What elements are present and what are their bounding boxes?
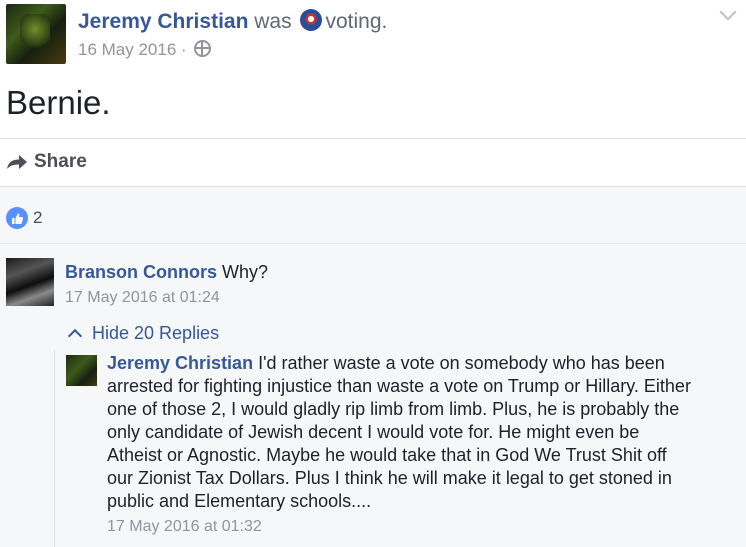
thumbs-up-icon <box>6 207 28 229</box>
reactions-summary[interactable]: 2 <box>6 207 42 229</box>
share-arrow-icon <box>7 155 27 169</box>
chevron-up-icon <box>67 328 83 343</box>
reply-author-avatar[interactable] <box>66 355 97 386</box>
post-author-name[interactable]: Jeremy Christian <box>78 10 248 33</box>
reply-timestamp[interactable]: 17 May 2016 at 01:32 <box>107 518 262 536</box>
comment: Branson Connors Why? <box>65 262 268 283</box>
commenter-avatar[interactable] <box>6 258 54 306</box>
hide-replies-button[interactable]: Hide 20 Replies <box>67 323 220 344</box>
reply-author-name[interactable]: Jeremy Christian <box>107 353 253 373</box>
reply-text: I'd rather waste a vote on somebody who … <box>107 353 691 511</box>
activity-label[interactable]: voting. <box>325 10 387 33</box>
share-button[interactable]: Share <box>6 151 87 173</box>
meta-separator: · <box>181 40 187 59</box>
comments-section: 2 Branson Connors Why? 17 May 2016 at 01… <box>0 186 746 547</box>
voting-badge-icon <box>300 9 323 31</box>
reply: Jeremy Christian I'd rather waste a vote… <box>54 350 746 547</box>
post-text: Bernie. <box>6 84 111 121</box>
comment-author-name[interactable]: Branson Connors <box>65 262 217 282</box>
post-date[interactable]: 16 May 2016 <box>78 40 176 59</box>
author-avatar[interactable] <box>6 4 66 64</box>
post-divider <box>0 138 746 139</box>
reply-body: Jeremy Christian I'd rather waste a vote… <box>107 352 697 513</box>
was-label: was <box>254 10 292 33</box>
post-meta: 16 May 2016 · <box>78 40 212 60</box>
globe-icon[interactable] <box>194 40 212 57</box>
post-header: Jeremy Christian was voting. <box>78 9 387 34</box>
comments-divider <box>0 243 746 244</box>
post-card: Jeremy Christian was voting. 16 May 2016… <box>0 0 746 186</box>
reaction-count: 2 <box>33 208 43 227</box>
share-label: Share <box>34 151 87 172</box>
comment-text: Why? <box>222 262 269 282</box>
comment-timestamp[interactable]: 17 May 2016 at 01:24 <box>65 289 220 307</box>
hide-replies-label: Hide 20 Replies <box>92 323 220 343</box>
chevron-down-icon[interactable] <box>719 3 737 21</box>
